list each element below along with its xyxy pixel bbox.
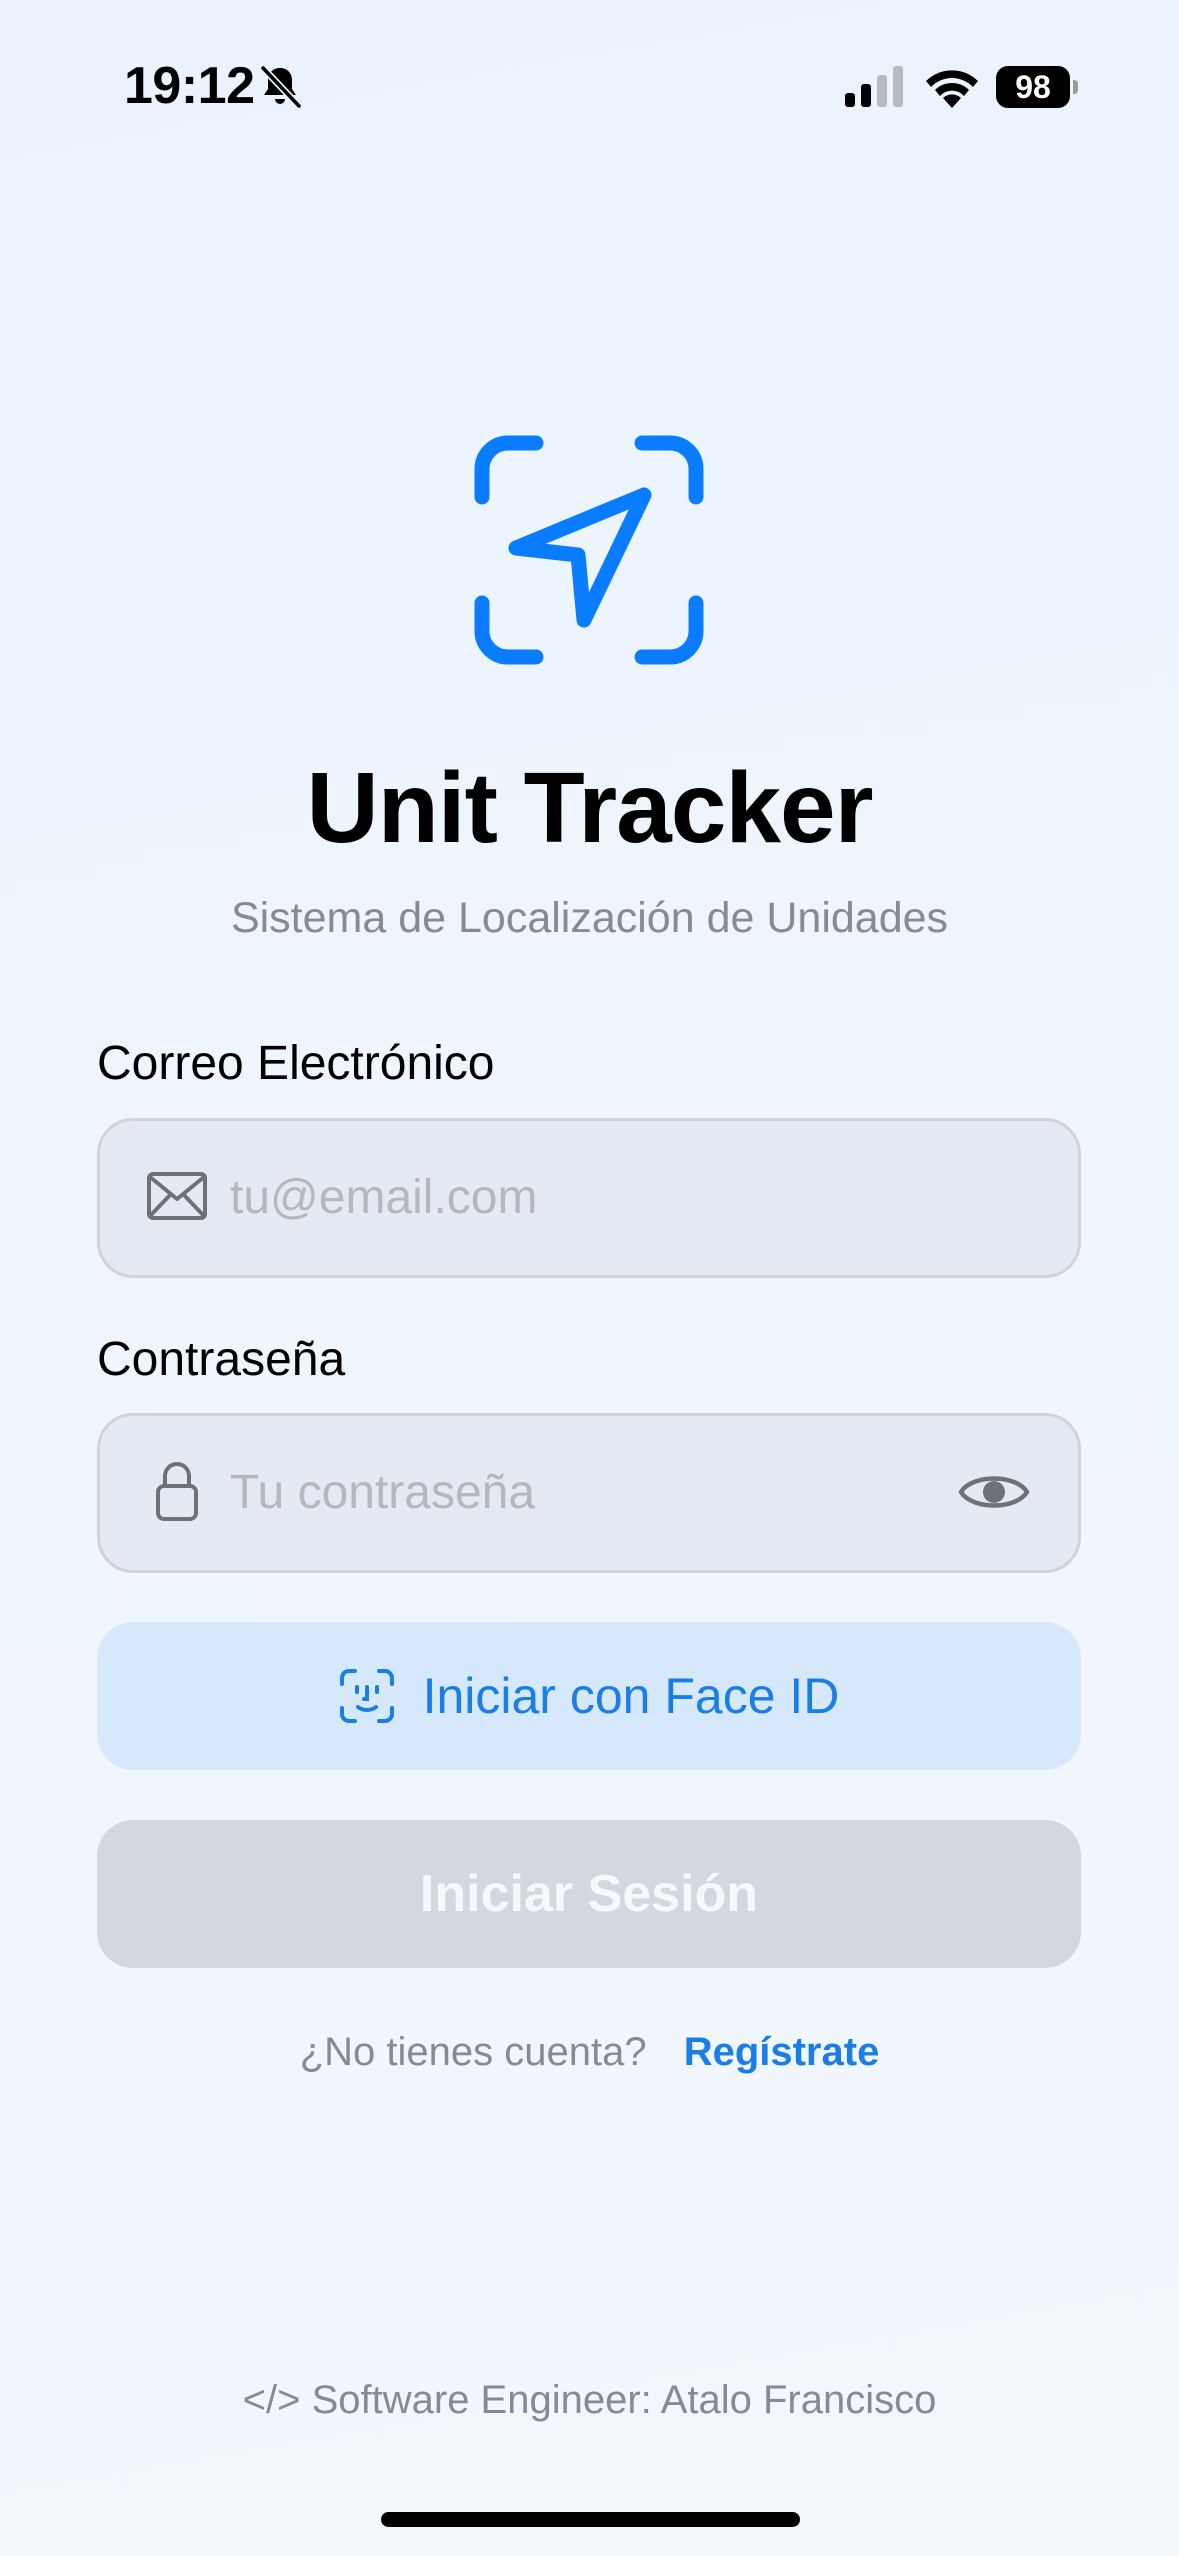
footer-credit: </> Software Engineer: Atalo Francisco [242, 2378, 937, 2422]
envelope-icon [147, 1172, 207, 1220]
battery-level: 98 [996, 66, 1070, 108]
status-time: 19:12 [124, 57, 255, 115]
login-button-label: Iniciar Sesión [419, 1865, 759, 1923]
bell-slash-icon [260, 65, 302, 109]
login-button[interactable]: Iniciar Sesión [97, 1820, 1081, 1968]
lock-icon [156, 1462, 198, 1521]
signup-link[interactable]: Regístrate [684, 2030, 880, 2074]
signup-question: ¿No tienes cuenta? [299, 2030, 647, 2074]
password-label: Contraseña [97, 1333, 346, 1386]
faceid-icon [339, 1669, 394, 1723]
email-label: Correo Electrónico [97, 1037, 495, 1090]
faceid-button[interactable]: Iniciar con Face ID [97, 1622, 1081, 1770]
password-input[interactable] [230, 1416, 930, 1570]
faceid-button-label: Iniciar con Face ID [422, 1668, 840, 1724]
eye-icon[interactable] [958, 1466, 1030, 1518]
app-title: Unit Tracker [306, 752, 873, 864]
wifi-icon [926, 70, 978, 108]
email-field[interactable] [97, 1118, 1081, 1278]
signup-row: ¿No tienes cuenta? Regístrate [0, 2022, 1179, 2082]
home-indicator[interactable] [381, 2512, 800, 2527]
email-input[interactable] [230, 1121, 930, 1275]
cellular-signal-icon [845, 66, 903, 107]
password-field[interactable] [97, 1413, 1081, 1573]
battery-icon: 98 [996, 66, 1078, 108]
location-arrow-viewfinder-icon [474, 435, 704, 665]
app-subtitle: Sistema de Localización de Unidades [230, 894, 949, 942]
